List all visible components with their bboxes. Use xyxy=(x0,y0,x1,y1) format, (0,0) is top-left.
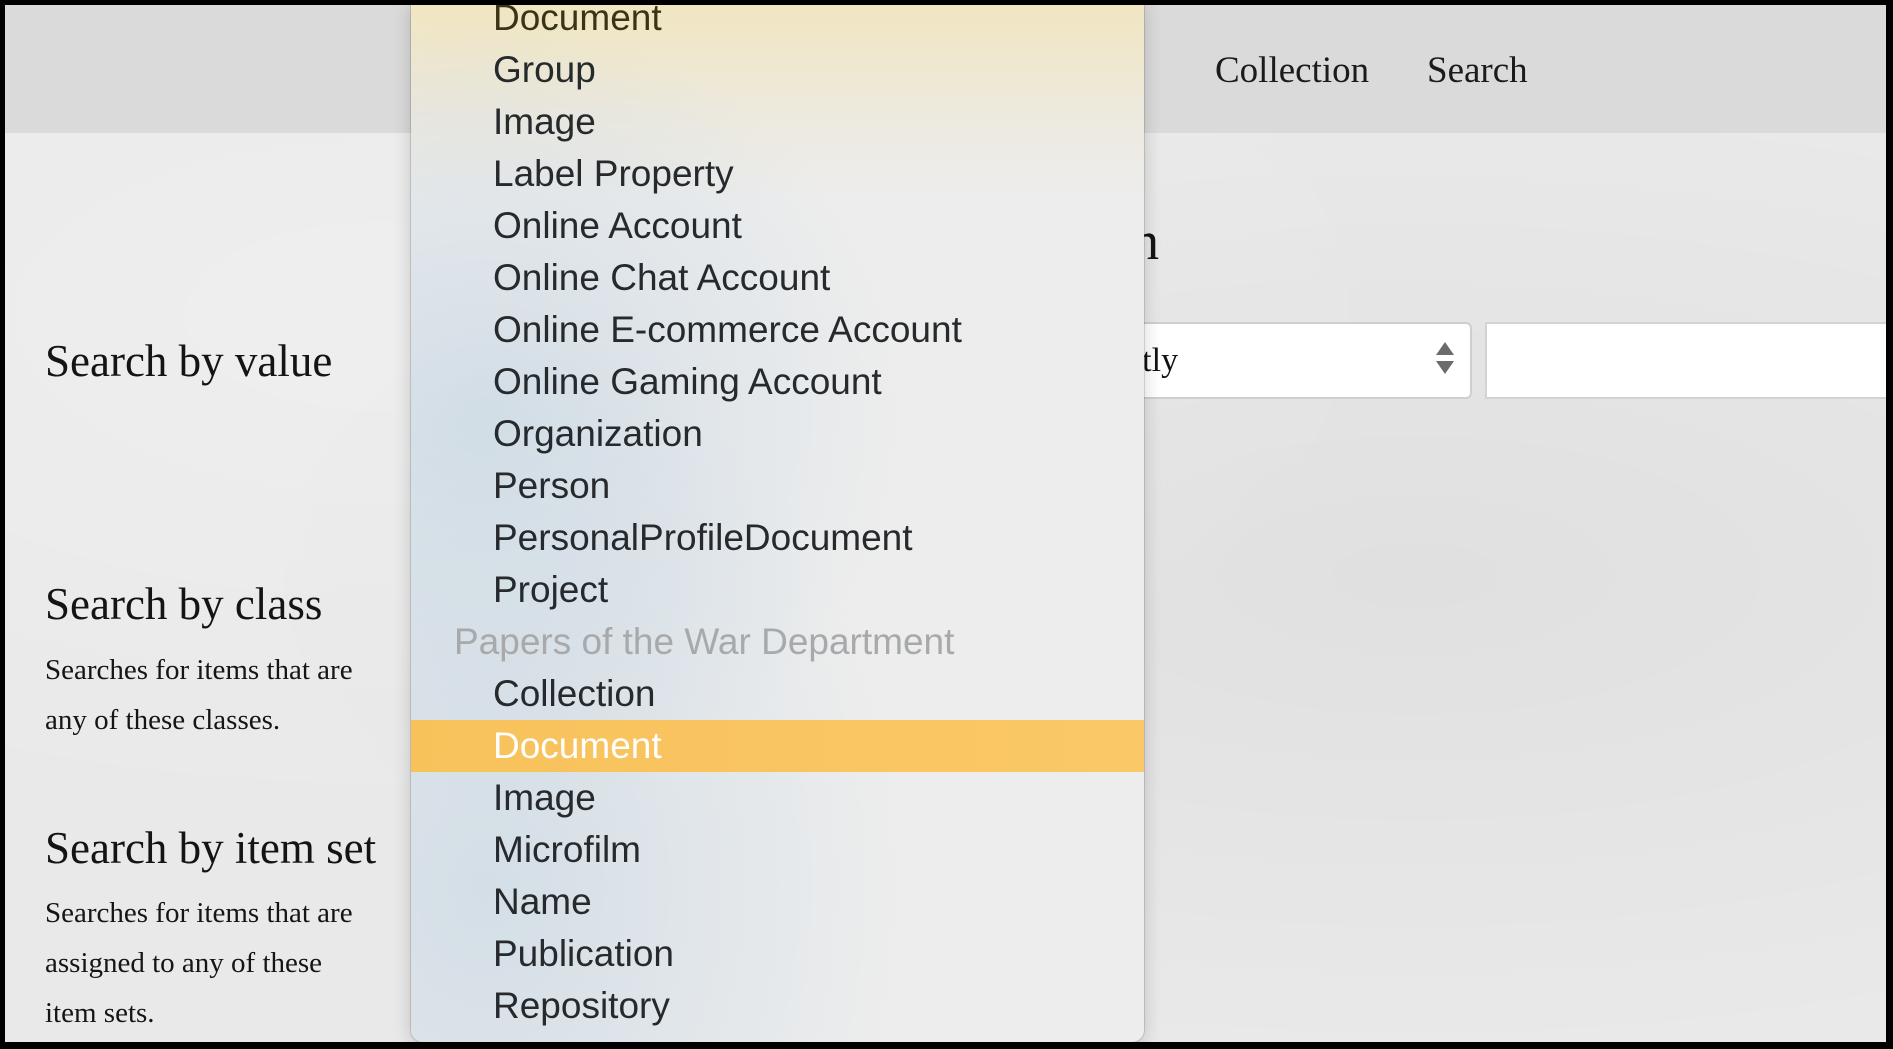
dropdown-option[interactable]: Publication xyxy=(411,928,1144,980)
select-arrows-icon xyxy=(1436,342,1454,382)
description-line: Searches for items that are xyxy=(45,654,353,686)
dropdown-option-selected[interactable]: Document xyxy=(411,720,1144,772)
dropdown-group-label: Papers of the War Department xyxy=(454,621,955,662)
description-line: assigned to any of these xyxy=(45,947,323,979)
nav-item-search[interactable]: Search xyxy=(1427,49,1528,92)
section-heading-value: Search by value xyxy=(45,336,333,386)
section-heading-item-set: Search by item set xyxy=(45,823,377,873)
dropdown-option[interactable]: Online Chat Account xyxy=(411,252,1144,304)
section-heading-class: Search by class xyxy=(45,579,323,629)
value-input[interactable] xyxy=(1485,322,1886,399)
dropdown-option[interactable]: PersonalProfileDocument xyxy=(411,512,1144,564)
dropdown-option[interactable]: Person xyxy=(411,460,1144,512)
dropdown-option[interactable]: Microfilm xyxy=(411,824,1144,876)
description-line: any of these classes. xyxy=(45,704,281,736)
dropdown-option[interactable]: Name xyxy=(411,876,1144,928)
section-description-item-set: Searches for items that are assigned to … xyxy=(45,888,405,1038)
nav-item-collection[interactable]: Collection xyxy=(1215,49,1369,92)
class-select-dropdown[interactable]: Document Group Image Label Property Online A… xyxy=(411,5,1144,1042)
page: e Collection Search rch Search by value … xyxy=(5,5,1886,1042)
dropdown-option[interactable]: Label Property xyxy=(411,148,1144,200)
dropdown-option[interactable]: Repository xyxy=(411,980,1144,1032)
description-line: Searches for items that are xyxy=(45,897,353,929)
description-line: item sets. xyxy=(45,997,155,1029)
section-description-class: Searches for items that are any of these… xyxy=(45,645,405,745)
dropdown-option[interactable]: Online Gaming Account xyxy=(411,356,1144,408)
dropdown-option[interactable]: Online E-commerce Account xyxy=(411,304,1144,356)
dropdown-option[interactable]: Organization xyxy=(411,408,1144,460)
dropdown-option[interactable]: Collection xyxy=(411,668,1144,720)
dropdown-option[interactable]: Group xyxy=(411,44,1144,96)
dropdown-option[interactable]: Document xyxy=(411,5,1144,44)
dropdown-option[interactable]: Online Account xyxy=(411,200,1144,252)
dropdown-option[interactable]: Image xyxy=(411,772,1144,824)
dropdown-option[interactable]: Project xyxy=(411,564,1144,616)
dropdown-option[interactable]: Image xyxy=(411,96,1144,148)
